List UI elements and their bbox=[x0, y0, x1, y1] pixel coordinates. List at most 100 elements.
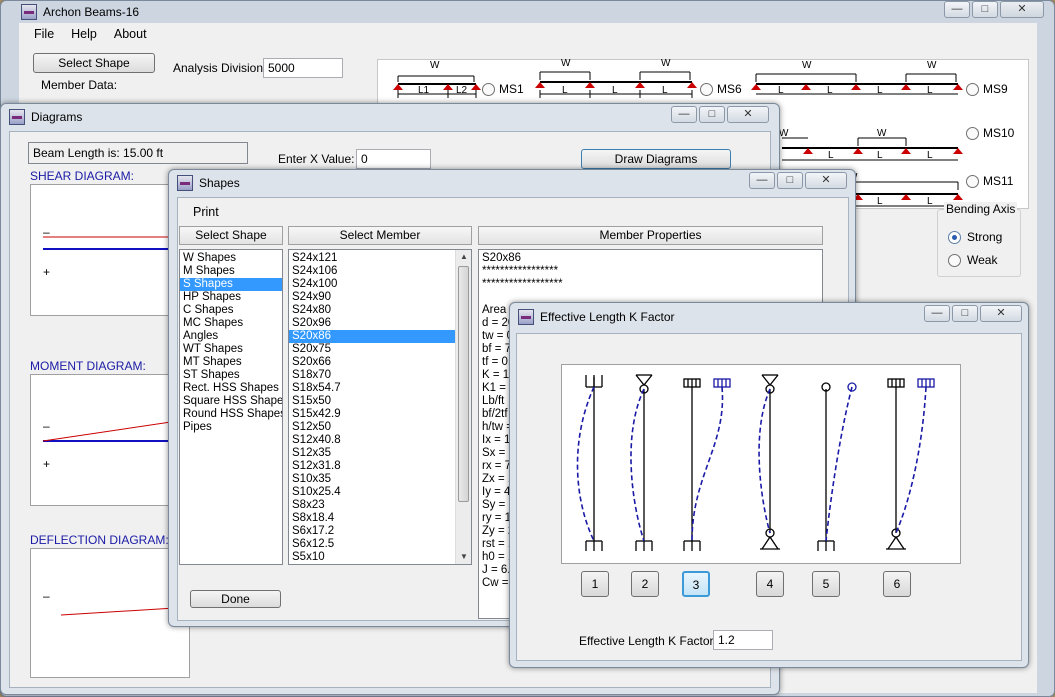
member-item[interactable]: S24x100 bbox=[289, 278, 455, 291]
member-item[interactable]: S15x42.9 bbox=[289, 408, 455, 421]
member-item[interactable]: S12x31.8 bbox=[289, 460, 455, 473]
shape-type-item[interactable]: ST Shapes bbox=[180, 369, 282, 382]
k-maximize-button[interactable]: □ bbox=[952, 305, 978, 322]
shape-type-item[interactable]: HP Shapes bbox=[180, 291, 282, 304]
scroll-up-icon[interactable]: ▲ bbox=[456, 250, 471, 264]
shape-type-item[interactable]: Angles bbox=[180, 330, 282, 343]
close-button[interactable]: ✕ bbox=[1000, 1, 1044, 18]
k-minimize-button[interactable]: — bbox=[924, 305, 950, 322]
shape-type-item[interactable]: C Shapes bbox=[180, 304, 282, 317]
member-item[interactable]: S15x50 bbox=[289, 395, 455, 408]
shape-type-item[interactable]: MC Shapes bbox=[180, 317, 282, 330]
member-item[interactable]: S5x10 bbox=[289, 551, 455, 564]
ms6-span-l-2: L bbox=[612, 85, 618, 96]
k-case-button-1[interactable]: 1 bbox=[581, 571, 609, 597]
shapes-maximize-button[interactable]: □ bbox=[777, 172, 803, 189]
shear-diagram-plot bbox=[43, 236, 191, 250]
ms10-span-l-1: L bbox=[828, 150, 834, 161]
column-cases-drawing bbox=[576, 374, 935, 551]
member-item[interactable]: S20x66 bbox=[289, 356, 455, 369]
member-item[interactable]: S24x90 bbox=[289, 291, 455, 304]
k-case-button-5[interactable]: 5 bbox=[812, 571, 840, 597]
k-factor-label: Effective Length K Factor: bbox=[579, 634, 717, 648]
ms1-span-l2: L2 bbox=[456, 85, 468, 96]
k-case-button-2[interactable]: 2 bbox=[631, 571, 659, 597]
column-cases-panel bbox=[561, 364, 961, 564]
menu-about[interactable]: About bbox=[114, 27, 147, 47]
diagrams-minimize-button[interactable]: — bbox=[671, 106, 697, 123]
select-shape-button[interactable]: Select Shape bbox=[33, 53, 155, 73]
scroll-thumb[interactable] bbox=[458, 266, 469, 502]
shape-type-list[interactable]: W Shapes M Shapes S Shapes HP Shapes C Shape… bbox=[179, 249, 283, 565]
k-close-button[interactable]: ✕ bbox=[980, 305, 1022, 322]
ms9-radio[interactable]: MS9 bbox=[966, 82, 1008, 96]
minimize-button[interactable]: — bbox=[944, 1, 970, 18]
member-item[interactable]: S6x12.5 bbox=[289, 538, 455, 551]
ms6-radio[interactable]: MS6 bbox=[700, 82, 742, 96]
moment-diagram-panel: – + bbox=[30, 374, 192, 506]
shape-type-item[interactable]: S Shapes bbox=[180, 278, 282, 291]
ms9-load-label-1: W bbox=[802, 60, 812, 71]
k-case-button-6[interactable]: 6 bbox=[883, 571, 911, 597]
member-item[interactable]: S12x35 bbox=[289, 447, 455, 460]
diagrams-title: Diagrams bbox=[31, 110, 83, 124]
member-item[interactable]: S10x35 bbox=[289, 473, 455, 486]
member-item[interactable]: S6x17.2 bbox=[289, 525, 455, 538]
draw-diagrams-button[interactable]: Draw Diagrams bbox=[581, 149, 731, 169]
select-member-header: Select Member bbox=[288, 226, 472, 245]
member-item[interactable]: S8x23 bbox=[289, 499, 455, 512]
ms1-radio[interactable]: MS1 bbox=[482, 82, 524, 96]
shape-type-item[interactable]: Pipes bbox=[180, 421, 282, 434]
k-factor-client: 1 2 3 4 5 6 Effective Length K Factor: 1… bbox=[516, 333, 1022, 661]
ms10-label: MS10 bbox=[983, 126, 1015, 140]
member-item[interactable]: S20x75 bbox=[289, 343, 455, 356]
scroll-down-icon[interactable]: ▼ bbox=[456, 550, 471, 564]
k-factor-input[interactable]: 1.2 bbox=[713, 630, 773, 650]
member-item[interactable]: S10x25.4 bbox=[289, 486, 455, 499]
ms10-radio[interactable]: MS10 bbox=[966, 126, 1014, 140]
member-item[interactable]: S20x86 bbox=[289, 330, 455, 343]
member-list[interactable]: S24x121 S24x106 S24x100 S24x90 S24x80 S20x96 S… bbox=[288, 249, 472, 565]
ms6-span-l-1: L bbox=[562, 85, 568, 96]
k-case-button-4[interactable]: 4 bbox=[756, 571, 784, 597]
shear-plus: + bbox=[43, 265, 51, 279]
strong-radio[interactable]: Strong bbox=[948, 230, 1002, 244]
shape-type-item[interactable]: MT Shapes bbox=[180, 356, 282, 369]
member-item[interactable]: S24x106 bbox=[289, 265, 455, 278]
diagrams-close-button[interactable]: ✕ bbox=[727, 106, 769, 123]
member-item[interactable]: S24x121 bbox=[289, 252, 455, 265]
diagrams-maximize-button[interactable]: □ bbox=[699, 106, 725, 123]
shape-type-item[interactable]: Rect. HSS Shapes bbox=[180, 382, 282, 395]
main-titlebar: Archon Beams-16 — □ ✕ bbox=[1, 1, 1054, 23]
shape-type-item[interactable]: Square HSS Shapes bbox=[180, 395, 282, 408]
print-menu[interactable]: Print bbox=[193, 205, 219, 219]
shape-type-item[interactable]: W Shapes bbox=[180, 252, 282, 265]
weak-radio[interactable]: Weak bbox=[948, 253, 997, 267]
menu-file[interactable]: File bbox=[34, 27, 54, 47]
k-case-button-3[interactable]: 3 bbox=[682, 571, 710, 597]
menu-help[interactable]: Help bbox=[71, 27, 97, 47]
member-item[interactable]: S18x70 bbox=[289, 369, 455, 382]
shapes-minimize-button[interactable]: — bbox=[749, 172, 775, 189]
done-button[interactable]: Done bbox=[190, 590, 281, 608]
property-line: S20x86 bbox=[482, 252, 522, 264]
shapes-close-button[interactable]: ✕ bbox=[805, 172, 847, 189]
member-item[interactable]: S8x18.4 bbox=[289, 512, 455, 525]
member-item[interactable]: S20x96 bbox=[289, 317, 455, 330]
member-item[interactable]: S24x80 bbox=[289, 304, 455, 317]
member-list-scrollbar[interactable]: ▲ ▼ bbox=[455, 250, 471, 564]
ms6-load-label-2: W bbox=[661, 58, 671, 69]
shape-type-item[interactable]: M Shapes bbox=[180, 265, 282, 278]
analysis-divisions-input[interactable]: 5000 bbox=[263, 58, 343, 78]
shape-type-item[interactable]: Round HSS Shapes bbox=[180, 408, 282, 421]
member-item[interactable]: S18x54.7 bbox=[289, 382, 455, 395]
maximize-button[interactable]: □ bbox=[972, 1, 998, 18]
shape-type-item[interactable]: WT Shapes bbox=[180, 343, 282, 356]
member-item[interactable]: S12x40.8 bbox=[289, 434, 455, 447]
ms11-radio[interactable]: MS11 bbox=[966, 174, 1013, 188]
x-value-input[interactable]: 0 bbox=[356, 149, 431, 169]
deflection-minus: – bbox=[43, 589, 50, 603]
ms9-span-l-2: L bbox=[827, 85, 833, 96]
ms9-span-l-1: L bbox=[778, 85, 784, 96]
member-item[interactable]: S12x50 bbox=[289, 421, 455, 434]
